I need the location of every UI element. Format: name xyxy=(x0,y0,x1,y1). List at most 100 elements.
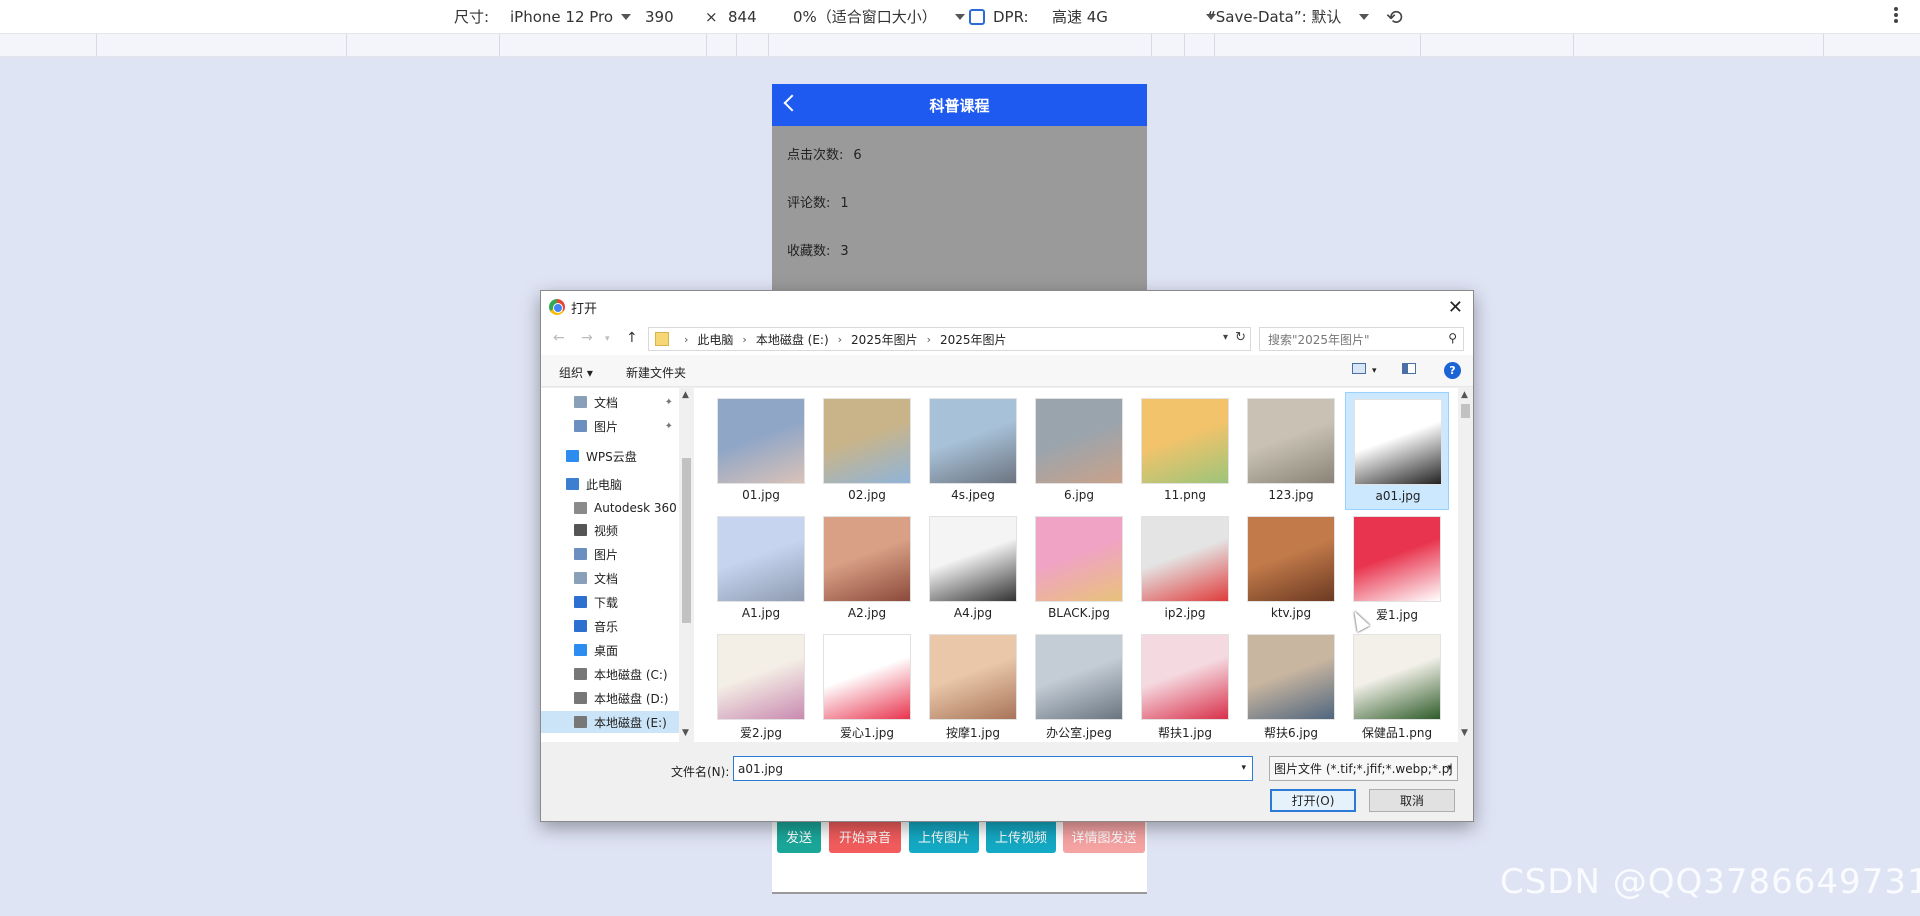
file-name: 按摩1.jpg xyxy=(945,726,1001,740)
more-options-icon[interactable] xyxy=(1894,7,1898,25)
sidebar-item[interactable]: 本地磁盘 (E:) xyxy=(541,711,679,733)
dpr-select[interactable]: DPR: xyxy=(969,0,1029,33)
sidebar-item[interactable]: 本地磁盘 (C:) xyxy=(541,663,679,685)
address-bar[interactable]: › 此电脑 › 本地磁盘 (E:) › 2025年图片 › 2025年图片 ▾ … xyxy=(648,327,1251,351)
organize-button[interactable]: 组织 ▾ xyxy=(559,364,593,381)
file-item[interactable]: BLACK.jpg xyxy=(1027,510,1131,628)
chevron-down-icon[interactable]: ▾ xyxy=(1372,366,1377,376)
back-arrow-icon[interactable]: ← xyxy=(553,330,565,346)
chevron-down-icon[interactable]: ▾ xyxy=(1241,763,1246,773)
sidebar-item[interactable]: 图片 ✦ xyxy=(541,415,679,437)
file-thumbnail xyxy=(1035,634,1123,720)
height-input[interactable]: 844 xyxy=(728,0,757,33)
file-item[interactable]: 01.jpg xyxy=(709,392,813,510)
upload-image-button[interactable]: 上传图片 xyxy=(909,819,979,853)
close-icon[interactable]: ✕ xyxy=(1448,297,1463,318)
file-item[interactable]: a01.jpg xyxy=(1345,392,1449,510)
forward-arrow-icon[interactable]: → xyxy=(581,330,593,346)
sidebar-item[interactable]: WPS云盘 xyxy=(541,445,679,467)
file-item[interactable]: 保健品1.png xyxy=(1345,628,1449,742)
folder-icon xyxy=(574,692,587,704)
rotate-icon[interactable]: ⟲ xyxy=(1386,0,1403,33)
cancel-button[interactable]: 取消 xyxy=(1369,789,1455,812)
file-item[interactable]: ip2.jpg xyxy=(1133,510,1237,628)
file-item[interactable]: 02.jpg xyxy=(815,392,919,510)
sidebar-item[interactable]: 文档 xyxy=(541,567,679,589)
file-item[interactable]: ktv.jpg xyxy=(1239,510,1343,628)
file-item[interactable]: 11.png xyxy=(1133,392,1237,510)
file-item[interactable]: 帮扶1.jpg xyxy=(1133,628,1237,742)
sidebar-item[interactable]: Autodesk 360 xyxy=(541,497,679,519)
folder-icon xyxy=(574,620,587,632)
up-arrow-icon[interactable]: ↑ xyxy=(626,330,638,346)
help-icon[interactable]: ? xyxy=(1444,362,1461,379)
sidebar-item[interactable]: 桌面 xyxy=(541,639,679,661)
zoom-select[interactable]: 0%（适合窗口大小） xyxy=(793,0,965,33)
page-title: 科普课程 xyxy=(929,96,990,115)
filetype-select[interactable]: 图片文件 (*.tif;*.jfif;*.webp;*.pj ▾ xyxy=(1269,756,1458,781)
width-input[interactable]: 390 xyxy=(645,0,674,33)
file-name: ip2.jpg xyxy=(1164,606,1206,620)
device-select[interactable]: iPhone 12 Pro xyxy=(510,0,632,33)
sidebar-item-label: 文档 xyxy=(594,571,619,586)
scroll-down-icon[interactable]: ▼ xyxy=(682,728,689,738)
file-thumbnail xyxy=(823,516,911,602)
file-item[interactable]: 办公室.jpeg xyxy=(1027,628,1131,742)
sidebar-item[interactable]: 图片 xyxy=(541,543,679,565)
file-list-scrollbar[interactable]: ▲ ▼ xyxy=(1458,388,1473,742)
file-item[interactable]: A2.jpg xyxy=(815,510,919,628)
file-name: 123.jpg xyxy=(1268,488,1314,502)
file-item[interactable]: 爱2.jpg xyxy=(709,628,813,742)
upload-video-button[interactable]: 上传视频 xyxy=(986,819,1056,853)
recent-locations-icon[interactable]: ▾ xyxy=(605,334,610,344)
file-item[interactable]: 爱心1.jpg xyxy=(815,628,919,742)
chevron-down-icon xyxy=(954,13,965,20)
chevron-down-icon[interactable]: ▾ xyxy=(1223,332,1228,343)
network-select[interactable]: 高速 4G xyxy=(1052,0,1216,33)
breadcrumb-item[interactable]: 2025年图片 xyxy=(851,331,918,348)
file-item[interactable]: 6.jpg xyxy=(1027,392,1131,510)
folder-icon xyxy=(574,596,587,608)
refresh-icon[interactable]: ↻ xyxy=(1235,330,1246,345)
scroll-up-icon[interactable]: ▲ xyxy=(1461,390,1468,400)
send-button[interactable]: 发送 xyxy=(777,819,821,853)
times-sign: × xyxy=(705,7,718,26)
preview-pane-icon[interactable] xyxy=(1402,363,1416,374)
file-item[interactable]: A1.jpg xyxy=(709,510,813,628)
file-item[interactable]: 帮扶6.jpg xyxy=(1239,628,1343,742)
search-input[interactable]: 搜索"2025年图片" ⚲ xyxy=(1259,327,1464,351)
save-data-value: “Save-Data”: 默认 xyxy=(1208,8,1342,26)
folder-icon xyxy=(655,332,669,346)
start-recording-button[interactable]: 开始录音 xyxy=(829,819,901,853)
sidebar-item[interactable]: 文档 ✦ xyxy=(541,391,679,413)
open-button[interactable]: 打开(O) xyxy=(1270,789,1356,812)
new-folder-button[interactable]: 新建文件夹 xyxy=(626,364,686,381)
sidebar-item[interactable]: 此电脑 xyxy=(541,473,679,495)
scrollbar-thumb[interactable] xyxy=(1461,404,1470,418)
file-name: a01.jpg xyxy=(1375,489,1421,503)
file-name: 帮扶6.jpg xyxy=(1263,726,1319,740)
file-item[interactable]: 4s.jpeg xyxy=(921,392,1025,510)
scroll-up-icon[interactable]: ▲ xyxy=(682,390,689,400)
back-icon[interactable] xyxy=(783,94,801,112)
breadcrumb-item[interactable]: 本地磁盘 (E:) xyxy=(756,331,829,348)
breadcrumb-item[interactable]: 2025年图片 xyxy=(940,331,1007,348)
sidebar-item[interactable]: 下载 xyxy=(541,591,679,613)
sidebar-item[interactable]: 视频 xyxy=(541,519,679,541)
file-item[interactable]: A4.jpg xyxy=(921,510,1025,628)
scrollbar-thumb[interactable] xyxy=(682,458,691,623)
scroll-down-icon[interactable]: ▼ xyxy=(1461,728,1468,738)
file-item[interactable]: 按摩1.jpg xyxy=(921,628,1025,742)
file-thumbnail xyxy=(717,634,805,720)
navigation-scrollbar[interactable]: ▲ ▼ xyxy=(679,388,694,742)
send-detail-image-button[interactable]: 详情图发送 xyxy=(1063,819,1145,853)
zoom-value: 0%（适合窗口大小） xyxy=(793,8,937,26)
file-thumbnail xyxy=(1141,398,1229,484)
change-view-icon[interactable] xyxy=(1352,363,1366,374)
save-data-select[interactable]: “Save-Data”: 默认 xyxy=(1208,0,1370,33)
breadcrumb-item[interactable]: 此电脑 xyxy=(697,331,733,348)
filename-input[interactable]: a01.jpg ▾ xyxy=(733,756,1253,781)
sidebar-item[interactable]: 本地磁盘 (D:) xyxy=(541,687,679,709)
sidebar-item[interactable]: 音乐 xyxy=(541,615,679,637)
file-item[interactable]: 123.jpg xyxy=(1239,392,1343,510)
